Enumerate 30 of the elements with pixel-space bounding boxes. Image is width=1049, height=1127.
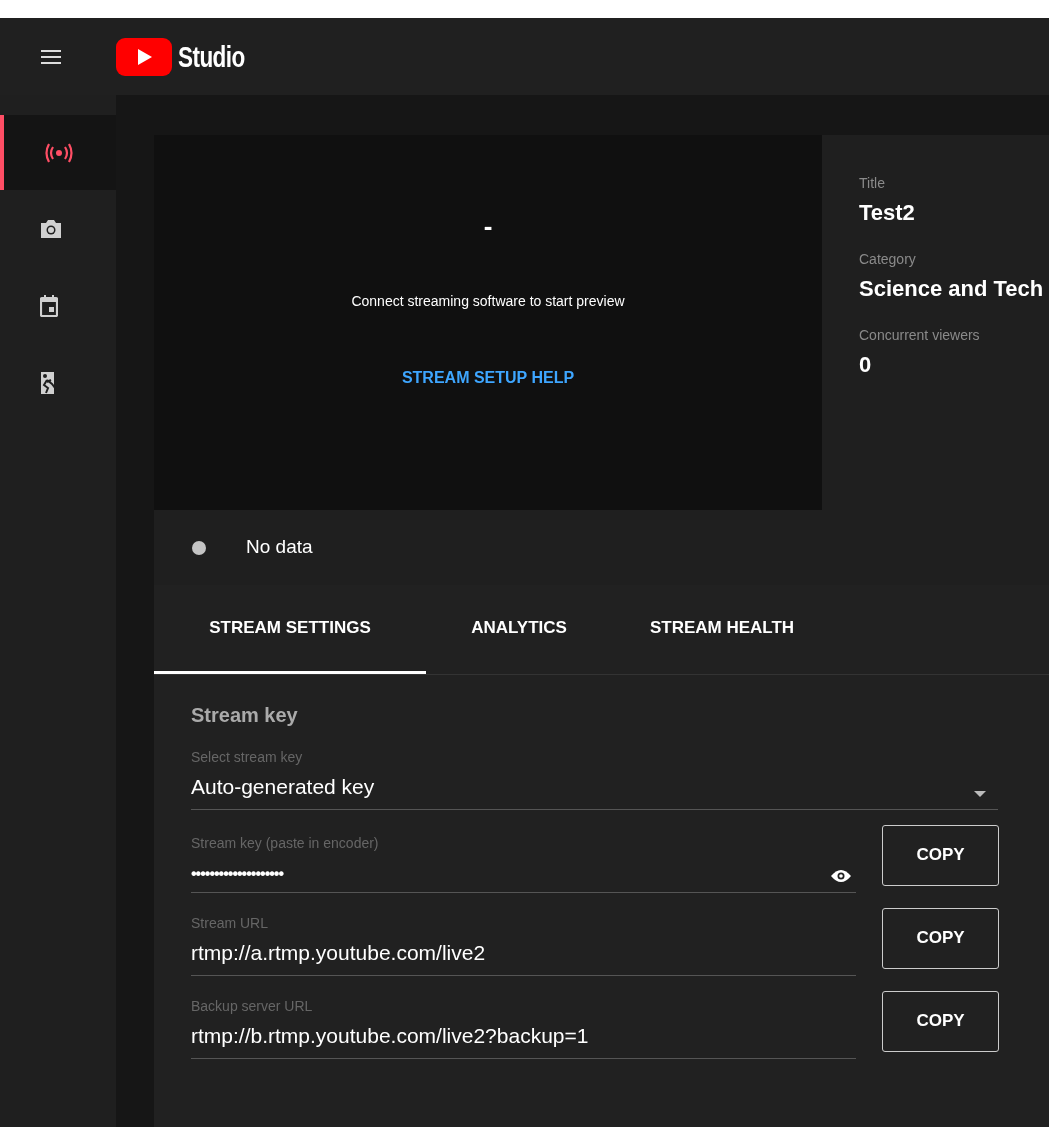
detail-label: Category (859, 250, 917, 269)
tab[interactable]: STREAM SETTINGS (154, 585, 426, 674)
field-label: Backup server URL (191, 997, 313, 1016)
status-text: No data (246, 535, 313, 560)
copy-button[interactable]: COPY (882, 990, 999, 1052)
tab[interactable]: ANALYTICS (426, 585, 612, 674)
detail-label: Concurrent viewers (859, 326, 981, 345)
field-value: Auto-generated key (191, 774, 375, 800)
copy-button[interactable]: COPY (882, 824, 999, 886)
app-name: Studio (178, 39, 245, 75)
input-field[interactable]: Backup server URL rtmp://b.rtmp.youtube.com/live2?backup=1 (191, 996, 856, 1059)
input-field[interactable]: Stream URL rtmp://a.rtmp.youtube.com/live2 (191, 913, 856, 976)
copy-button[interactable]: COPY (882, 907, 999, 969)
detail-label: Title (859, 174, 886, 193)
field-value: rtmp://b.rtmp.youtube.com/live2?backup=1 (191, 1023, 589, 1049)
input-field[interactable]: Stream key (paste in encoder) •••••••••••••••••••• (191, 832, 856, 893)
tab[interactable]: STREAM HEALTH (612, 585, 832, 674)
status-symbol: - (483, 213, 493, 239)
field-label: Stream URL (191, 914, 269, 933)
field-label: Stream key (paste in encoder) (191, 833, 379, 853)
setup-help-link[interactable]: STREAM SETUP HELP (401, 366, 575, 390)
section-title: Stream key (191, 703, 299, 728)
preview-message: Connect streaming software to start preview (351, 292, 625, 311)
detail-value: Test2 (859, 199, 915, 227)
detail-value: 0 (859, 351, 872, 379)
field-label: Select stream key (191, 748, 303, 767)
field-value: rtmp://a.rtmp.youtube.com/live2 (191, 940, 486, 966)
stream-key-dropdown[interactable]: Select stream key Auto-generated key (191, 747, 998, 810)
field-value: •••••••••••••••••••• (191, 863, 284, 884)
detail-value: Science and Tech (859, 275, 1044, 303)
